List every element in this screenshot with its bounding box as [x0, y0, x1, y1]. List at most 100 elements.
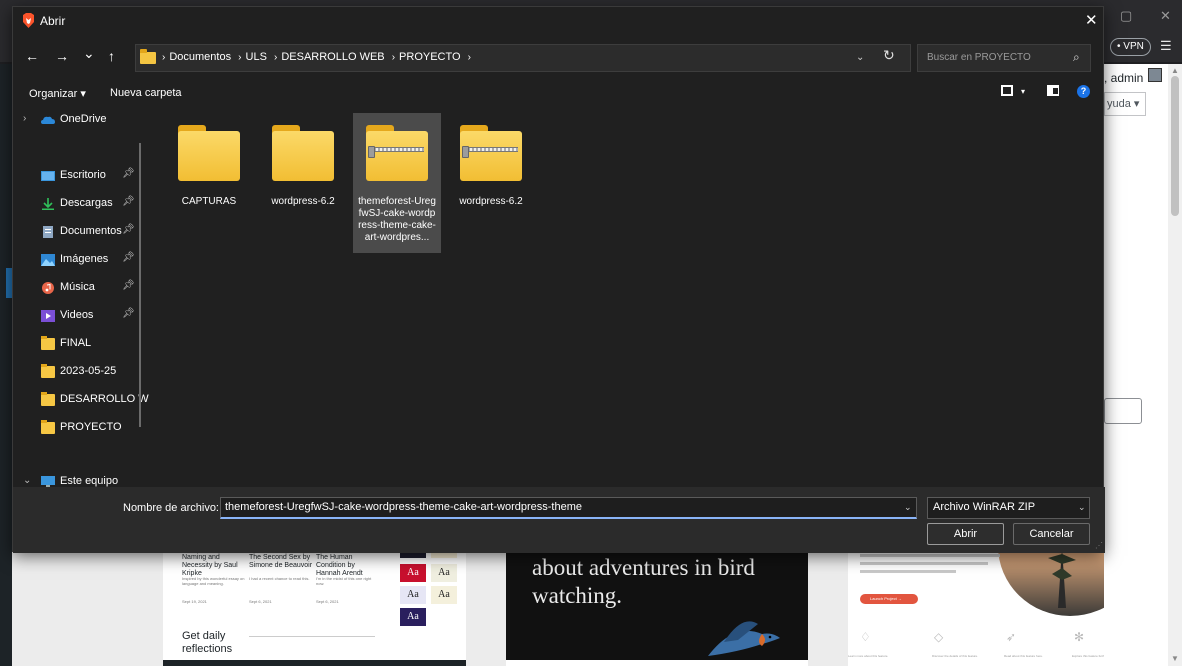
folder-icon: [178, 125, 240, 181]
sidebar-item-documentos[interactable]: Documentos 📌︎: [13, 221, 137, 243]
theme-preview-card[interactable]: about adventures in bird watching.: [506, 540, 808, 660]
pin-icon[interactable]: 📌︎: [122, 252, 135, 263]
filetype-select[interactable]: Archivo WinRAR ZIP ⌄: [927, 497, 1090, 519]
dialog-titlebar: Abrir ✕: [13, 7, 1105, 35]
sidebar-item-videos[interactable]: Videos 📌︎: [13, 305, 137, 327]
search-input[interactable]: Buscar en PROYECTO ⌕: [917, 44, 1091, 72]
filetype-value: Archivo WinRAR ZIP: [933, 501, 1036, 513]
organize-menu-button[interactable]: Organizar ▾: [29, 87, 86, 100]
close-icon[interactable]: ✕: [1160, 8, 1171, 24]
sidebar-item-label: 2023-05-25: [60, 365, 117, 377]
sidebar-item-imagenes[interactable]: Imágenes 📌︎: [13, 249, 137, 271]
restore-icon[interactable]: ▢: [1120, 8, 1132, 24]
address-bar[interactable]: › Documentos › ULS › DESARROLLO WEB › PROYEC…: [135, 44, 911, 72]
document-icon: [43, 226, 53, 238]
resize-grip-icon[interactable]: ⋰: [1095, 541, 1103, 550]
style-swatch[interactable]: Aa: [431, 564, 457, 582]
hamburger-menu-icon[interactable]: ☰: [1160, 38, 1172, 54]
scroll-up-icon[interactable]: ▲: [1171, 66, 1179, 75]
cancel-button[interactable]: Cancelar: [1013, 523, 1090, 545]
recent-locations-icon[interactable]: ⌄: [83, 45, 95, 61]
feature-text: Discover the details of this feature.: [932, 654, 979, 658]
folder-icon: [41, 336, 55, 350]
close-icon[interactable]: ✕: [1085, 11, 1098, 29]
bird-illustration: [708, 621, 780, 656]
pin-icon[interactable]: 📌︎: [122, 168, 135, 179]
folder-icon: [41, 364, 55, 378]
file-item[interactable]: wordpress-6.2: [259, 113, 347, 253]
forward-arrow-icon[interactable]: →: [55, 48, 69, 64]
pin-icon[interactable]: 📌︎: [122, 280, 135, 291]
preview-pane-icon[interactable]: [1047, 85, 1059, 96]
breadcrumb-item[interactable]: ULS: [246, 51, 267, 63]
view-mode-icon[interactable]: [1001, 85, 1013, 96]
refresh-icon[interactable]: ↻: [883, 47, 895, 64]
filename-label: Nombre de archivo:: [123, 502, 219, 514]
sidebar-item-label: Descargas: [60, 197, 113, 209]
scrollbar-thumb[interactable]: [1171, 76, 1179, 216]
sidebar-item-proyecto[interactable]: PROYECTO: [13, 417, 137, 439]
file-item-selected[interactable]: themeforest-UregfwSJ-cake-wordpress-them…: [353, 113, 441, 253]
feature-text: Explore this feature further.: [1072, 654, 1104, 658]
back-arrow-icon[interactable]: ←: [25, 48, 39, 64]
style-swatch[interactable]: Aa: [431, 586, 457, 604]
sidebar-item-2023-05-25[interactable]: 2023-05-25: [13, 361, 137, 383]
sidebar-item-label: Documentos: [60, 225, 122, 237]
preview-text-line: [860, 562, 988, 565]
admin-greeting[interactable]: , admin: [1104, 71, 1143, 85]
preview-footer: [163, 660, 466, 666]
chevron-down-icon[interactable]: ▾: [1021, 87, 1025, 96]
chevron-right-icon[interactable]: ›: [274, 52, 277, 63]
sidebar-scrollbar[interactable]: [139, 143, 141, 427]
breadcrumb-item[interactable]: Documentos: [169, 51, 231, 63]
search-placeholder: Buscar en PROYECTO: [927, 52, 1031, 63]
chevron-right-icon[interactable]: ›: [23, 113, 26, 124]
filename-input[interactable]: themeforest-UregfwSJ-cake-wordpress-them…: [220, 497, 917, 519]
open-button[interactable]: Abrir: [927, 523, 1004, 545]
sidebar-item-label: Imágenes: [60, 253, 109, 265]
chevron-right-icon[interactable]: ›: [392, 52, 395, 63]
chevron-down-icon[interactable]: ⌄: [856, 52, 864, 63]
chevron-down-icon[interactable]: ⌄: [23, 475, 31, 486]
chevron-right-icon[interactable]: ›: [238, 52, 241, 63]
breadcrumb-item[interactable]: DESARROLLO WEB: [281, 51, 384, 63]
pictures-icon: [41, 254, 55, 266]
zip-folder-icon: [366, 125, 428, 181]
sidebar-item-label: DESARROLLO W: [60, 393, 149, 405]
file-item[interactable]: CAPTURAS: [165, 113, 253, 253]
pin-icon[interactable]: 📌︎: [122, 224, 135, 235]
help-icon[interactable]: ?: [1077, 85, 1090, 98]
sidebar-item-label: Escritorio: [60, 169, 106, 181]
chevron-down-icon[interactable]: ⌄: [904, 502, 912, 513]
vpn-button[interactable]: • VPN: [1110, 38, 1151, 56]
sidebar-item-label: PROYECTO: [60, 421, 122, 433]
scroll-down-icon[interactable]: ▼: [1171, 654, 1179, 663]
theme-preview-card[interactable]: Naming and Necessity by Saul Kripke Insp…: [163, 540, 466, 666]
style-swatch[interactable]: Aa: [400, 586, 426, 604]
style-swatch[interactable]: Aa: [400, 564, 426, 582]
search-field[interactable]: [1104, 398, 1142, 424]
help-tab-button[interactable]: yuda ▾: [1104, 92, 1146, 116]
video-icon: [41, 310, 55, 322]
new-folder-button[interactable]: Nueva carpeta: [110, 87, 182, 99]
file-item[interactable]: wordpress-6.2: [447, 113, 535, 253]
avatar[interactable]: [1148, 68, 1162, 82]
breadcrumb-item[interactable]: PROYECTO: [399, 51, 461, 63]
sidebar-item-onedrive[interactable]: › OneDrive: [13, 109, 137, 131]
pin-icon[interactable]: 📌︎: [122, 196, 135, 207]
folder-icon: [41, 420, 55, 434]
book-excerpt: Inspired by this wonderful essay on lang…: [182, 576, 245, 586]
up-arrow-icon[interactable]: ↑: [108, 48, 115, 64]
launch-project-button[interactable]: Launch Project →: [860, 594, 918, 604]
chevron-right-icon[interactable]: ›: [468, 52, 471, 63]
sidebar-item-desarrollo-web[interactable]: DESARROLLO W: [13, 389, 149, 411]
sidebar-item-musica[interactable]: Música 📌︎: [13, 277, 137, 299]
book-excerpt: I had a recent chance to read this.: [249, 576, 310, 581]
sidebar-item-descargas[interactable]: Descargas 📌︎: [13, 193, 137, 215]
wp-right-panel: [1104, 64, 1168, 666]
desktop-icon: [41, 171, 55, 181]
sidebar-item-final[interactable]: FINAL: [13, 333, 137, 355]
sidebar-item-escritorio[interactable]: Escritorio 📌︎: [13, 165, 137, 187]
style-swatch[interactable]: Aa: [400, 608, 426, 626]
pin-icon[interactable]: 📌︎: [122, 308, 135, 319]
